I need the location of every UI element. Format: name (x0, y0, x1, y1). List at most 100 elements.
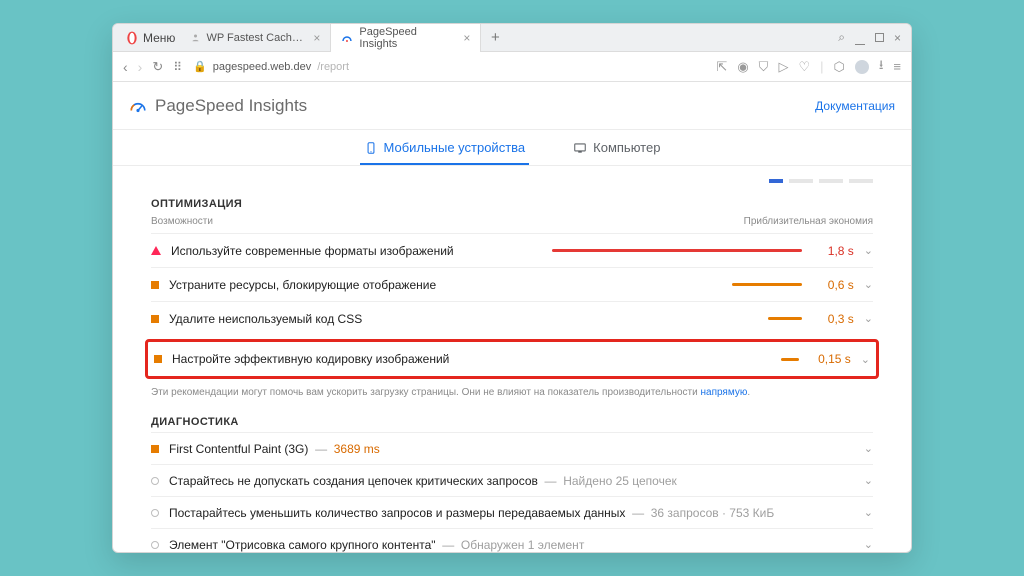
optimization-row[interactable]: Используйте современные форматы изображе… (151, 233, 873, 267)
desktop-icon (573, 141, 587, 155)
report-content: Оптимизация Возможности Приблизительная … (113, 166, 911, 552)
opera-menu-label: Меню (143, 31, 175, 45)
docs-link[interactable]: Документация (815, 99, 895, 113)
savings-value: 0,15 s (809, 352, 851, 366)
diagnostic-label: First Contentful Paint (3G) — 3689 ms (169, 442, 854, 456)
reload-button[interactable]: ↻ (152, 59, 163, 75)
tab-mobile-label: Мобильные устройства (384, 140, 526, 155)
opportunity-label: Устраните ресурсы, блокирующие отображен… (169, 278, 532, 292)
forward-button[interactable]: › (138, 59, 143, 75)
pagespeed-logo-icon (129, 97, 147, 115)
menu-icon[interactable]: ≡ (893, 59, 901, 74)
highlighted-row: Настройте эффективную кодировку изображе… (145, 339, 879, 379)
chevron-down-icon[interactable]: ⌄ (864, 506, 873, 519)
col-opportunities: Возможности (151, 216, 213, 227)
savings-bar (542, 249, 802, 252)
heart-icon[interactable]: ♡ (798, 59, 810, 75)
device-tabs: Мобильные устройства Компьютер (113, 130, 911, 166)
chevron-down-icon[interactable]: ⌄ (864, 312, 873, 325)
close-icon[interactable]: × (313, 31, 320, 45)
opera-menu[interactable]: Меню (119, 31, 181, 45)
opportunity-label: Удалите неиспользуемый код CSS (169, 312, 532, 326)
window-controls: ⌕ × (838, 30, 905, 45)
opportunity-label: Настройте эффективную кодировку изображе… (172, 352, 529, 366)
chevron-down-icon[interactable]: ⌄ (864, 442, 873, 455)
minimize-button[interactable] (855, 31, 865, 45)
warning-triangle-icon (151, 246, 161, 255)
avatar-icon[interactable] (855, 60, 869, 74)
shield-icon[interactable]: ⛉ (759, 59, 769, 75)
opportunity-label: Используйте современные форматы изображе… (171, 244, 532, 258)
diagnostic-label: Постарайтесь уменьшить количество запрос… (169, 506, 854, 520)
diagnostic-label: Элемент "Отрисовка самого крупного конте… (169, 538, 854, 552)
diagnostic-row[interactable]: Старайтесь не допускать создания цепочек… (151, 464, 873, 496)
chevron-down-icon[interactable]: ⌄ (864, 278, 873, 291)
pagespeed-favicon-icon (341, 32, 353, 44)
warning-square-icon (151, 281, 159, 289)
section-optimization-title: Оптимизация (151, 198, 873, 210)
product-title: PageSpeed Insights (155, 96, 307, 116)
browser-window: Меню WP Fastest Cache Settings × PageSpe… (112, 23, 912, 553)
chevron-down-icon[interactable]: ⌄ (864, 538, 873, 551)
diagnostic-row[interactable]: Постарайтесь уменьшить количество запрос… (151, 496, 873, 528)
optimization-column-headers: Возможности Приблизительная экономия (151, 214, 873, 233)
note-link[interactable]: напрямую (700, 387, 747, 398)
savings-value: 1,8 s (812, 244, 854, 258)
mobile-icon (364, 141, 378, 155)
apps-button[interactable]: ⠿ (173, 60, 183, 74)
share-icon[interactable]: ⇱ (716, 59, 727, 75)
savings-value: 0,3 s (812, 312, 854, 326)
lock-icon: 🔒 (193, 60, 207, 73)
warning-square-icon (151, 445, 159, 453)
close-icon[interactable]: × (463, 31, 470, 45)
warning-square-icon (154, 355, 162, 363)
section-diagnostics-title: Диагностика (151, 416, 873, 428)
tab-pagespeed[interactable]: PageSpeed Insights × (331, 24, 481, 52)
tab-label: PageSpeed Insights (359, 26, 457, 50)
note-text: Эти рекомендации могут помочь вам ускори… (151, 387, 700, 398)
back-button[interactable]: ‹ (123, 59, 128, 75)
extension-icon[interactable]: ⬡ (833, 59, 844, 75)
play-icon[interactable]: ▷ (778, 59, 788, 75)
warning-square-icon (151, 315, 159, 323)
optimization-row[interactable]: Удалите неиспользуемый код CSS 0,3 s ⌄ (151, 301, 873, 335)
diagnostic-row[interactable]: First Contentful Paint (3G) — 3689 ms ⌄ (151, 432, 873, 464)
diagnostic-label: Старайтесь не допускать создания цепочек… (169, 474, 854, 488)
tab-mobile[interactable]: Мобильные устройства (360, 140, 530, 165)
search-icon[interactable]: ⌕ (838, 30, 845, 45)
address-bar: ‹ › ↻ ⠿ 🔒 pagespeed.web.dev/report ⇱ ◉ ⛉… (113, 52, 911, 82)
url-field[interactable]: 🔒 pagespeed.web.dev/report (193, 60, 706, 73)
prior-section-stub (151, 174, 873, 188)
generic-favicon-icon (191, 32, 200, 44)
title-bar: Меню WP Fastest Cache Settings × PageSpe… (113, 24, 911, 52)
close-window-button[interactable]: × (894, 31, 901, 45)
savings-bar (542, 317, 802, 320)
url-path: /report (317, 61, 349, 73)
info-circle-icon (151, 509, 159, 517)
col-savings: Приблизительная экономия (744, 216, 873, 227)
savings-bar (542, 283, 802, 286)
savings-bar (539, 358, 799, 361)
page-header: PageSpeed Insights Документация (113, 82, 911, 130)
optimization-note: Эти рекомендации могут помочь вам ускори… (151, 385, 873, 400)
product-logo[interactable]: PageSpeed Insights (129, 96, 307, 116)
tab-desktop-label: Компьютер (593, 140, 660, 155)
optimization-row[interactable]: Настройте эффективную кодировку изображе… (148, 342, 876, 376)
chevron-down-icon[interactable]: ⌄ (861, 353, 870, 366)
new-tab-button[interactable]: + (481, 29, 509, 46)
diagnostic-row[interactable]: Элемент "Отрисовка самого крупного конте… (151, 528, 873, 552)
tab-desktop[interactable]: Компьютер (569, 140, 664, 165)
info-circle-icon (151, 541, 159, 549)
toolbar-icons: ⇱ ◉ ⛉ ▷ ♡ | ⬡ ⭳ ≡ (716, 56, 901, 78)
info-circle-icon (151, 477, 159, 485)
maximize-button[interactable] (875, 31, 884, 45)
camera-icon[interactable]: ◉ (737, 59, 748, 75)
opera-icon (125, 31, 139, 45)
chevron-down-icon[interactable]: ⌄ (864, 474, 873, 487)
url-host: pagespeed.web.dev (213, 61, 311, 73)
chevron-down-icon[interactable]: ⌄ (864, 244, 873, 257)
download-icon[interactable]: ⭳ (879, 56, 884, 78)
tab-label: WP Fastest Cache Settings (206, 32, 307, 44)
tab-wp-cache[interactable]: WP Fastest Cache Settings × (181, 24, 331, 52)
optimization-row[interactable]: Устраните ресурсы, блокирующие отображен… (151, 267, 873, 301)
